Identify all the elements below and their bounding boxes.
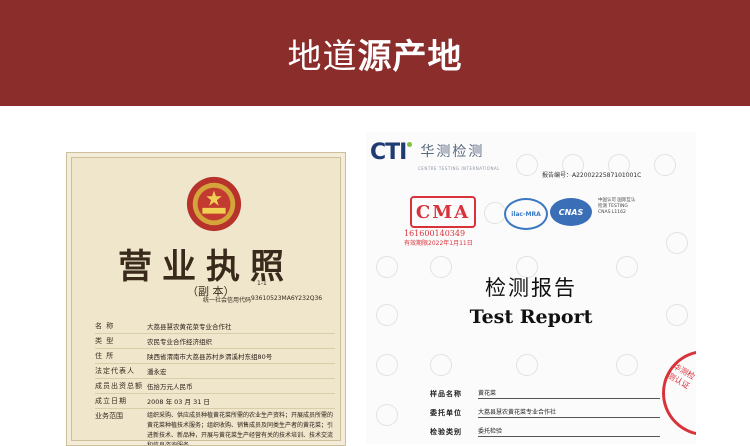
license-row-value: 潘永宏 bbox=[147, 368, 167, 376]
license-row-value: 大荔县慧农黄花菜专业合作社 bbox=[147, 323, 232, 331]
report-field-value: 黄花菜 bbox=[478, 388, 660, 399]
watermark-icon bbox=[484, 202, 506, 224]
license-row-value: 伍拾万元人民币 bbox=[147, 383, 193, 391]
cti-logo: CTI 华测检测 bbox=[370, 140, 484, 165]
license-row-value: 农民专业合作经济组织 bbox=[147, 338, 212, 346]
license-row: 成员出资总额 伍拾万元人民币 bbox=[95, 379, 335, 394]
license-title: 营业执照 bbox=[118, 247, 294, 287]
cnas-note: 中国认可 国际互认 检测 TESTING CNAS L1162 bbox=[598, 198, 636, 215]
header-banner: 地道源产地 bbox=[0, 0, 750, 106]
report-field: 检验类别 委托检验 bbox=[430, 418, 660, 437]
ilac-mra-icon: ilac-MRA bbox=[504, 198, 548, 230]
watermark-icon bbox=[376, 404, 398, 426]
cma-text: CMA bbox=[415, 201, 471, 223]
report-title-cn: 检测报告 bbox=[485, 276, 577, 300]
license-row-label: 住 所 bbox=[95, 352, 115, 360]
report-field: 委托单位 大荔县慧农黄花菜专业合作社 bbox=[430, 399, 660, 418]
license-row: 法定代表人 潘永宏 bbox=[95, 364, 335, 379]
cnas-icon: CNAS bbox=[550, 198, 592, 226]
watermark-icon bbox=[654, 154, 676, 176]
license-row-label: 成员出资总额 bbox=[95, 382, 143, 390]
report-field-value: 大荔县慧农黄花菜专业合作社 bbox=[478, 407, 660, 418]
banner-title: 地道源产地 bbox=[288, 29, 463, 78]
cti-logo-subtitle: CENTRE TESTING INTERNATIONAL bbox=[418, 166, 500, 171]
license-row-value: 2008 年 03 月 31 日 bbox=[147, 398, 210, 406]
license-row-label: 成立日期 bbox=[95, 397, 127, 405]
cma-validity: 有效期限2022年1月11日 bbox=[404, 240, 473, 247]
license-row-label: 名 称 bbox=[95, 322, 115, 330]
banner-title-light: 地道 bbox=[287, 36, 358, 77]
cma-number: 161600140349 bbox=[404, 229, 466, 238]
report-field: 样品名称 黄花菜 bbox=[430, 380, 660, 399]
cti-dot-icon bbox=[407, 142, 413, 147]
license-fields: 名 称 大荔县慧农黄花菜专业合作社 类 型 农民专业合作经济组织 住 所 陕西省渭南市… bbox=[95, 319, 335, 446]
test-report-image: CTI 华测检测 CENTRE TESTING INTERNATIONAL 报告… bbox=[366, 132, 696, 444]
report-number: 报告编号：A2200222587101001C bbox=[542, 172, 642, 179]
ilac-text: ilac-MRA bbox=[511, 210, 541, 218]
license-row: 住 所 陕西省渭南市大荔县苏村乡渭溪村东组80号 bbox=[95, 349, 335, 364]
license-copy-no: 1-1 bbox=[257, 280, 267, 287]
cnas-text: CNAS bbox=[558, 207, 584, 217]
report-field-label: 委托单位 bbox=[430, 409, 462, 417]
license-scope-value: 组织采购、供应成员种植黄花菜所需的农业生产资料；开展成员所需的黄花菜种植技术服务… bbox=[147, 412, 334, 446]
watermark-icon bbox=[376, 354, 398, 376]
credit-code-label: 统一社会信用代码 bbox=[203, 297, 252, 304]
national-emblem-icon bbox=[186, 176, 242, 232]
cma-mark-icon: CMA bbox=[410, 196, 476, 228]
license-row-label: 类 型 bbox=[95, 337, 115, 345]
report-fields: 样品名称 黄花菜 委托单位 大荔县慧农黄花菜专业合作社 检验类别 委托检验 bbox=[430, 380, 660, 437]
watermark-icon bbox=[516, 154, 538, 176]
watermark-icon bbox=[666, 232, 688, 254]
license-scope-label: 业务范围 bbox=[95, 412, 123, 420]
license-row: 名 称 大荔县慧农黄花菜专业合作社 bbox=[95, 319, 335, 334]
credit-code-value: 93610523MA6Y232Q36 bbox=[251, 295, 323, 302]
license-scope: 业务范围 组织采购、供应成员种植黄花菜所需的农业生产资料；开展成员所需的黄花菜种… bbox=[95, 411, 335, 446]
report-title-en: Test Report bbox=[469, 306, 593, 328]
report-field-value: 委托检验 bbox=[478, 426, 660, 437]
business-license-image: 营业执照 （副 本） 1-1 统一社会信用代码 93610523MA6Y232Q… bbox=[66, 152, 346, 446]
cti-logo-cn: 华测检测 bbox=[420, 144, 485, 160]
license-row: 成立日期 2008 年 03 月 31 日 bbox=[95, 394, 335, 409]
cti-logo-text: CTI bbox=[370, 140, 407, 165]
watermark-icon bbox=[430, 354, 452, 376]
report-field-label: 检验类别 bbox=[430, 428, 462, 436]
license-row-label: 法定代表人 bbox=[95, 367, 135, 375]
license-row-value: 陕西省渭南市大荔县苏村乡渭溪村东组80号 bbox=[147, 353, 273, 361]
banner-title-bold: 源产地 bbox=[357, 36, 463, 77]
watermark-icon bbox=[516, 354, 538, 376]
license-row: 类 型 农民专业合作经济组织 bbox=[95, 334, 335, 349]
watermark-icon bbox=[616, 354, 638, 376]
report-field-label: 样品名称 bbox=[430, 390, 462, 398]
